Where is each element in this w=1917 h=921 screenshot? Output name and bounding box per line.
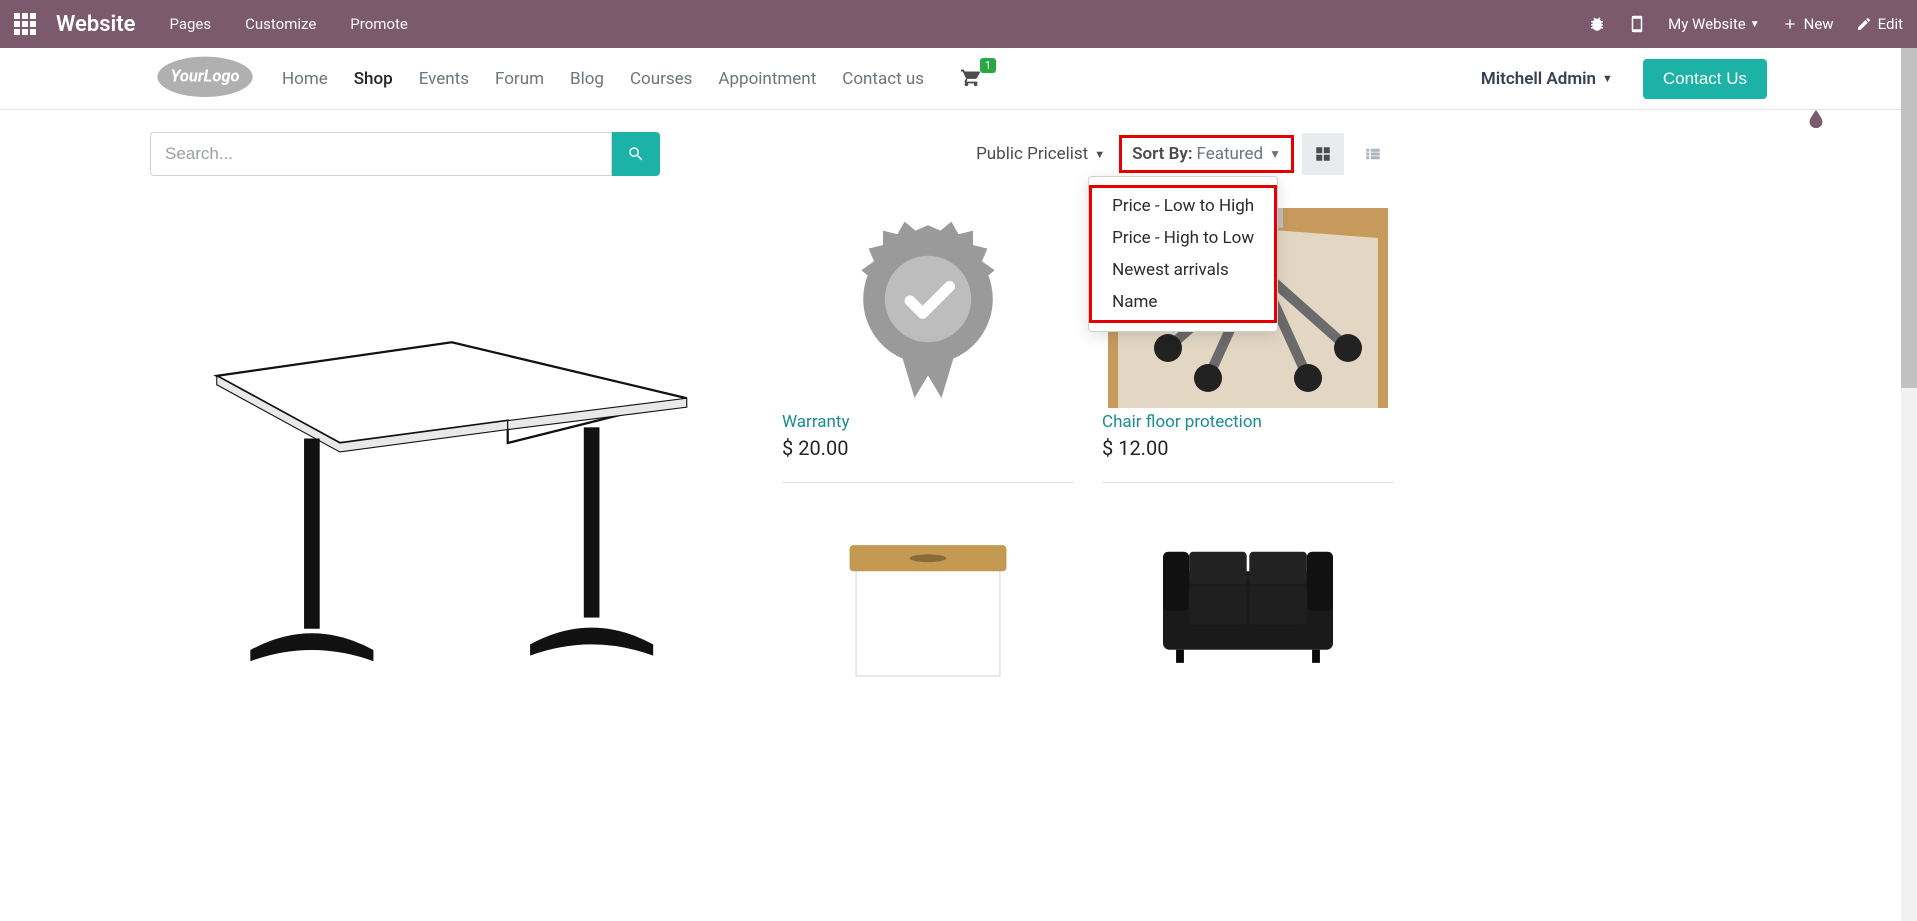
product-image [150,208,754,678]
caret-down-icon: ▼ [1750,19,1760,30]
edit-button[interactable]: Edit [1856,15,1903,33]
nav-contact[interactable]: Contact us [842,69,924,89]
cart-icon[interactable]: 1 [960,66,982,92]
user-name: Mitchell Admin [1481,69,1596,89]
contact-button[interactable]: Contact Us [1643,59,1767,99]
mobile-preview-icon[interactable] [1628,15,1646,33]
view-grid-button[interactable] [1302,133,1344,175]
product-card[interactable] [782,519,1074,689]
svg-text:YourLogo: YourLogo [170,67,239,86]
search-form [150,132,660,176]
divider [782,482,1074,483]
bug-icon[interactable] [1588,15,1606,33]
product-image [782,208,1074,408]
sort-label: Sort By: [1132,144,1192,164]
sort-option-newest[interactable]: Newest arrivals [1092,254,1274,286]
pricelist-label: Public Pricelist [976,144,1088,164]
caret-down-icon: ▼ [1094,148,1105,161]
sort-value: Featured [1196,144,1263,164]
shop-toolbar: Public Pricelist ▼ Sort By: Featured ▼ P… [150,132,1394,176]
apps-menu-icon[interactable] [14,13,38,35]
pricelist-dropdown[interactable]: Public Pricelist ▼ [976,144,1105,164]
nav-events[interactable]: Events [419,69,469,89]
scrollbar-thumb[interactable] [1901,48,1917,388]
desk-illustration [172,208,732,678]
sort-option-price-asc[interactable]: Price - Low to High [1092,190,1274,222]
site-logo[interactable]: YourLogo [150,53,260,105]
app-brand[interactable]: Website [56,12,135,37]
edit-label: Edit [1878,15,1903,33]
nav-home[interactable]: Home [282,69,328,89]
sort-dropdown-toggle[interactable]: Sort By: Featured ▼ Price - Low to High … [1119,135,1294,173]
product-card[interactable] [1102,519,1394,689]
box-illustration [788,519,1068,689]
theme-drop-icon[interactable] [1805,108,1827,134]
product-image [1102,519,1394,689]
search-button[interactable] [612,132,660,176]
user-dropdown[interactable]: Mitchell Admin ▼ [1481,69,1613,89]
caret-down-icon: ▼ [1269,147,1281,161]
new-page-button[interactable]: New [1782,15,1834,33]
nav-appointment[interactable]: Appointment [718,69,816,89]
admin-menu-promote[interactable]: Promote [350,15,408,33]
new-label: New [1804,15,1834,33]
list-icon [1364,145,1382,163]
website-switcher-label: My Website [1668,15,1746,33]
sort-option-name[interactable]: Name [1092,286,1274,318]
divider [1102,482,1394,483]
product-card-large[interactable] [150,208,754,689]
sofa-illustration [1108,519,1388,689]
view-list-button[interactable] [1352,133,1394,175]
site-navbar: YourLogo Home Shop Events Forum Blog Cou… [0,48,1917,110]
search-icon [627,145,645,163]
shop-content: Public Pricelist ▼ Sort By: Featured ▼ P… [0,110,1544,711]
nav-forum[interactable]: Forum [495,69,544,89]
product-title[interactable]: Warranty [782,412,1074,432]
product-title[interactable]: Chair floor protection [1102,412,1394,432]
search-input[interactable] [150,132,612,176]
nav-courses[interactable]: Courses [630,69,692,89]
product-price: $ 20.00 [782,436,1074,460]
product-image [782,519,1074,689]
admin-menu-customize[interactable]: Customize [245,15,316,33]
grid-icon [1314,145,1332,163]
caret-down-icon: ▼ [1602,72,1613,85]
product-card-warranty[interactable]: Warranty $ 20.00 [782,208,1074,483]
scrollbar[interactable] [1901,48,1917,921]
nav-shop[interactable]: Shop [354,69,393,89]
sort-option-price-desc[interactable]: Price - High to Low [1092,222,1274,254]
admin-menu-pages[interactable]: Pages [169,15,211,33]
badge-icon [838,218,1018,398]
nav-blog[interactable]: Blog [570,69,604,89]
website-switcher[interactable]: My Website ▼ [1668,15,1760,33]
admin-bar: Website Pages Customize Promote My Websi… [0,0,1917,48]
product-price: $ 12.00 [1102,436,1394,460]
sort-dropdown-menu: Price - Low to High Price - High to Low … [1088,176,1278,332]
cart-badge: 1 [980,58,996,73]
